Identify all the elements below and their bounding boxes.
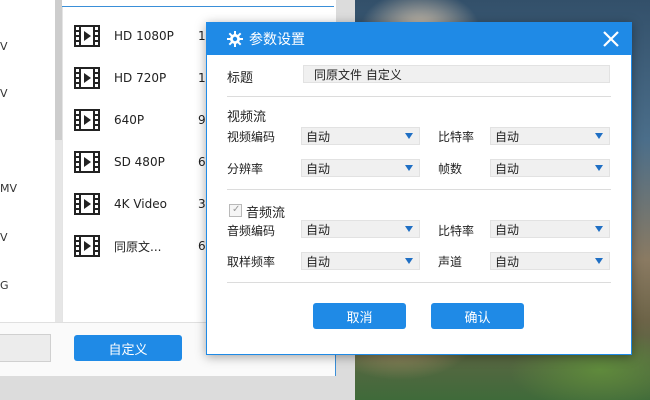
audio-section-label: 音频流 [246,206,286,221]
preset-detail: 6 [198,155,206,169]
video-bitrate-select[interactable]: 自动 [490,127,610,145]
preset-detail: 6 [198,239,206,253]
select-value: 自动 [306,161,331,176]
format-item[interactable]: V [0,231,8,244]
film-icon [74,67,100,89]
preset-item[interactable]: SD 480P 6 [74,150,206,174]
preset-item[interactable]: HD 1080P 1 [74,24,206,48]
audio-bitrate-label: 比特率 [438,224,475,238]
dropdown-arrow-icon [405,165,413,171]
framerate-label: 帧数 [438,162,463,176]
select-value: 自动 [495,129,520,144]
format-item[interactable]: G [0,279,9,292]
film-icon [74,193,100,215]
audio-enable-checkbox[interactable]: ✓ [229,204,242,217]
dropdown-arrow-icon [595,226,603,232]
preset-item[interactable]: 4K Video 3 [74,192,206,216]
format-item[interactable]: MV [0,182,17,195]
dropdown-arrow-icon [595,258,603,264]
select-value: 自动 [495,222,520,237]
select-value: 自动 [306,254,331,269]
settings-dialog: 参数设置 标题 同原文件 自定义 视频流 视频编码 自动 比特率 自动 分辨率 … [206,22,632,355]
channel-select[interactable]: 自动 [490,252,610,270]
preset-item[interactable]: 640P 9 [74,108,206,132]
preset-detail: 1 [198,29,206,43]
select-value: 自动 [495,254,520,269]
preset-detail: 9 [198,113,206,127]
resolution-label: 分辨率 [227,162,264,176]
film-icon [74,235,100,257]
dropdown-arrow-icon [405,226,413,232]
preset-label: SD 480P [114,155,165,169]
samplerate-select[interactable]: 自动 [301,252,420,270]
preset-detail: 1 [198,71,206,85]
film-icon [74,151,100,173]
checkmark-icon: ✓ [232,204,241,215]
preset-label: HD 1080P [114,29,174,43]
preset-item[interactable]: HD 720P 1 [74,66,206,90]
film-icon [74,109,100,131]
select-value: 自动 [306,222,331,237]
title-input[interactable]: 同原文件 自定义 [303,65,610,83]
format-list: V V MV V G [0,0,55,322]
preset-item[interactable]: 同原文... 6 [74,234,206,258]
dropdown-arrow-icon [405,133,413,139]
audio-codec-select[interactable]: 自动 [301,220,420,238]
preset-detail: 3 [198,197,206,211]
select-value: 自动 [495,161,520,176]
format-item[interactable]: V [0,40,8,53]
audio-codec-label: 音频编码 [227,224,276,238]
format-item[interactable]: V [0,87,8,100]
title-label: 标题 [227,71,254,86]
channel-label: 声道 [438,255,463,269]
dropdown-arrow-icon [405,258,413,264]
left-footer-button[interactable] [0,334,51,362]
preset-label: 4K Video [114,197,167,211]
divider [227,189,611,190]
video-codec-label: 视频编码 [227,130,276,144]
title-input-value: 同原文件 自定义 [314,67,402,82]
format-list-scrollbar[interactable] [55,0,62,322]
customize-button[interactable]: 自定义 [74,335,182,361]
cancel-button[interactable]: 取消 [313,303,406,329]
close-icon[interactable] [601,29,621,49]
confirm-button[interactable]: 确认 [431,303,524,329]
scrollbar-thumb[interactable] [55,0,62,140]
framerate-select[interactable]: 自动 [490,159,610,177]
dropdown-arrow-icon [595,165,603,171]
dropdown-arrow-icon [595,133,603,139]
video-section-label: 视频流 [227,110,267,125]
divider [227,282,611,283]
preset-label: HD 720P [114,71,167,85]
resolution-select[interactable]: 自动 [301,159,420,177]
dialog-title: 参数设置 [249,32,305,48]
dialog-titlebar[interactable]: 参数设置 [207,23,631,55]
audio-bitrate-select[interactable]: 自动 [490,220,610,238]
preset-label: 640P [114,113,145,127]
video-bitrate-label: 比特率 [438,130,475,144]
preset-list-top-edge [62,0,334,7]
divider [227,96,611,97]
select-value: 自动 [306,129,331,144]
samplerate-label: 取样频率 [227,255,276,269]
film-icon [74,25,100,47]
preset-label: 同原文... [114,239,162,254]
gear-icon [227,31,243,47]
video-codec-select[interactable]: 自动 [301,127,420,145]
